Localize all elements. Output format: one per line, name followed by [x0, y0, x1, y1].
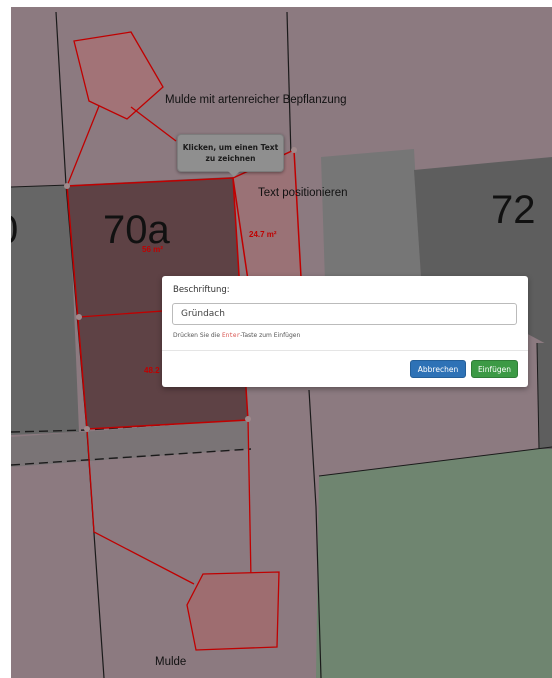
draw-text-tooltip: Klicken, um einen Text zu zeichnen: [177, 134, 284, 177]
vertex-handle[interactable]: [84, 426, 90, 432]
vertex-handle[interactable]: [76, 314, 82, 320]
vertex-handle[interactable]: [291, 147, 297, 153]
area-label-24-7: 24.7 m²: [249, 230, 277, 239]
hint-text-before: Drücken Sie die: [173, 332, 222, 339]
hint-key-enter: Enter: [222, 332, 241, 339]
label-dialog: Beschriftung: Drücken Sie die Enter-Tast…: [162, 276, 528, 387]
dialog-title: Beschriftung:: [173, 285, 230, 295]
area-label-48: 48.2: [144, 366, 160, 375]
building-center: [321, 149, 421, 282]
drawn-polygon-mulde-bottom[interactable]: [186, 571, 280, 651]
tooltip-arrow: [228, 171, 240, 177]
area-label-56: 56 m²: [142, 245, 163, 254]
map-label-72: 72: [491, 188, 536, 232]
app-root: Mulde mit artenreicher Bepflanzung Text …: [0, 0, 552, 678]
insert-button[interactable]: Einfügen: [471, 360, 518, 378]
cancel-button[interactable]: Abbrechen: [410, 360, 466, 378]
map-label-mulde-bepflanzung: Mulde mit artenreicher Bepflanzung: [165, 94, 347, 106]
building-right-lower: [537, 343, 552, 449]
dialog-divider: [162, 350, 528, 351]
vertex-handle[interactable]: [245, 416, 251, 422]
label-text-input[interactable]: [172, 303, 517, 325]
hint-text-after: -Taste zum Einfügen: [240, 332, 301, 339]
tooltip-line-2: zu zeichnen: [205, 154, 256, 163]
parcel-right-light: [316, 447, 552, 678]
vertex-handle[interactable]: [64, 183, 70, 189]
map-label-text-positionieren: Text positionieren: [258, 187, 348, 199]
map-label-mulde: Mulde: [155, 656, 186, 668]
map-label-0: 0: [11, 208, 18, 252]
tooltip-line-1: Klicken, um einen Text: [182, 143, 279, 152]
dialog-hint: Drücken Sie die Enter-Taste zum Einfügen: [173, 332, 300, 339]
